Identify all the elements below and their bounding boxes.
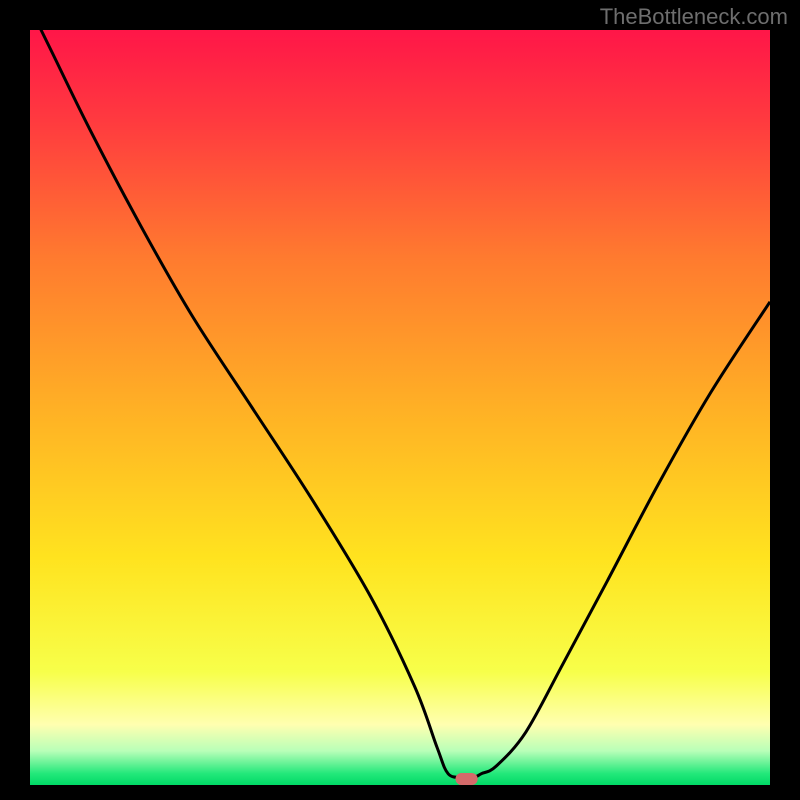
watermark-text: TheBottleneck.com — [600, 4, 788, 30]
plot-background — [30, 30, 770, 785]
bottleneck-chart — [0, 0, 800, 800]
chart-frame: TheBottleneck.com — [0, 0, 800, 800]
optimal-marker — [456, 773, 478, 785]
